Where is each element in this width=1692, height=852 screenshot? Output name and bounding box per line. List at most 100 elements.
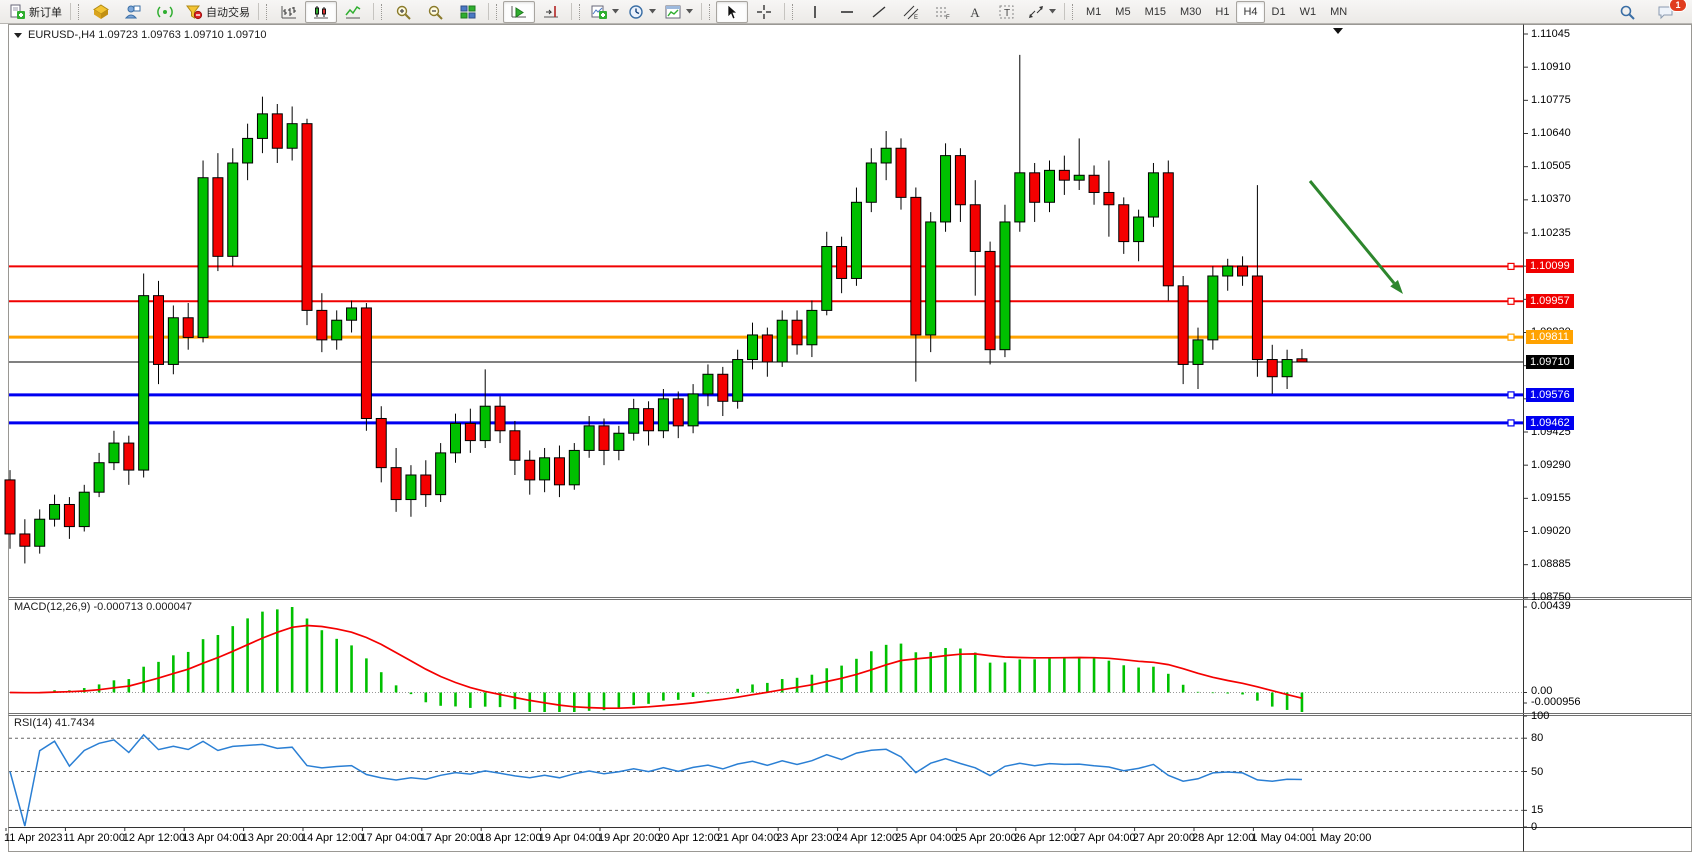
toolbar-separator <box>70 3 71 20</box>
fibonacci-tool-button[interactable]: F <box>927 1 959 23</box>
signals-button[interactable] <box>149 1 181 23</box>
line-handle-1.09462[interactable] <box>1508 420 1514 426</box>
zoom-in-icon <box>395 4 413 20</box>
line-handle-1.09957[interactable] <box>1508 298 1514 304</box>
candle-body <box>822 247 832 311</box>
crosshair-tool-button[interactable] <box>748 1 780 23</box>
bar-chart-button[interactable] <box>273 1 305 23</box>
candle-body <box>257 114 267 139</box>
textA-icon: A <box>966 4 984 20</box>
chart-shift-button[interactable] <box>535 1 567 23</box>
autoscroll-icon <box>510 4 528 20</box>
candlestick-chart-button[interactable] <box>305 1 337 23</box>
candle-body <box>1059 170 1069 180</box>
text-label-tool-button[interactable]: T <box>991 1 1023 23</box>
toolbar-grip <box>792 4 796 20</box>
candle-body <box>644 409 654 431</box>
notifications-button[interactable]: 1 <box>1650 1 1682 23</box>
candle-body <box>243 138 253 163</box>
horizontal-line-tool-button[interactable] <box>831 1 863 23</box>
market-watch-button[interactable] <box>85 1 117 23</box>
candle-body <box>1134 217 1144 242</box>
tile-windows-button[interactable] <box>452 1 484 23</box>
search-button[interactable] <box>1612 1 1644 23</box>
indicators-button[interactable] <box>586 1 623 23</box>
timeframe-button-h4[interactable]: H4 <box>1236 1 1264 23</box>
signal-icon <box>156 4 174 20</box>
line-chart-button[interactable] <box>337 1 369 23</box>
templates-button[interactable] <box>660 1 697 23</box>
candle-body <box>495 406 505 431</box>
equidistant-channel-tool-button[interactable]: E <box>895 1 927 23</box>
auto-trading-button[interactable]: 自动交易 <box>181 1 254 23</box>
chevron-down-icon <box>648 9 656 14</box>
ind-plus-icon <box>590 4 608 20</box>
line-handle-1.09811[interactable] <box>1508 334 1514 340</box>
timeframe-button-m1[interactable]: M1 <box>1079 1 1108 23</box>
candle-body <box>20 534 30 546</box>
periods-button[interactable] <box>623 1 660 23</box>
candle-body <box>614 433 624 450</box>
candle-body <box>985 251 995 349</box>
candle-body <box>436 453 446 495</box>
chevron-down-icon <box>1048 9 1056 14</box>
candle-body <box>287 124 297 149</box>
line-handle-1.09576[interactable] <box>1508 392 1514 398</box>
timeframe-button-m30[interactable]: M30 <box>1173 1 1208 23</box>
candle-body <box>629 409 639 434</box>
text-tool-button[interactable]: A <box>959 1 991 23</box>
new-order-button-label: 新订单 <box>29 4 62 20</box>
candle-body <box>1045 170 1055 202</box>
candle-body <box>64 504 74 526</box>
candle-body <box>406 475 416 500</box>
profiles-button[interactable] <box>117 1 149 23</box>
arrows-tool-button[interactable] <box>1023 1 1060 23</box>
timeframe-button-m15[interactable]: M15 <box>1138 1 1173 23</box>
chart-window[interactable] <box>9 25 1692 852</box>
candle-body <box>792 320 802 345</box>
svg-text:E: E <box>914 15 918 20</box>
candle-body <box>317 310 327 339</box>
candle-body <box>1000 222 1010 350</box>
trendline-tool-button[interactable] <box>863 1 895 23</box>
timeframe-button-mn[interactable]: MN <box>1323 1 1354 23</box>
candle-body <box>154 296 164 365</box>
candle-body <box>718 374 728 401</box>
candle-body <box>762 335 772 362</box>
candle-body <box>540 458 550 480</box>
candle-body <box>109 443 119 463</box>
chart-canvas[interactable] <box>0 0 1692 852</box>
candle-body <box>911 197 921 335</box>
cursor-tool-button[interactable] <box>716 1 748 23</box>
timeframe-button-m5[interactable]: M5 <box>1108 1 1137 23</box>
candle-body <box>1148 173 1158 217</box>
toolbar-grip <box>381 4 385 20</box>
line-handle-1.10099[interactable] <box>1508 263 1514 269</box>
candle-body <box>1104 192 1114 204</box>
tline-icon <box>870 4 888 20</box>
timeframe-button-h1[interactable]: H1 <box>1208 1 1236 23</box>
candle-body <box>391 468 401 500</box>
candle-body <box>777 320 787 362</box>
candle-body <box>198 178 208 338</box>
auto-trading-button-label: 自动交易 <box>206 4 250 20</box>
toolbar-grip <box>78 4 82 20</box>
svg-text:T: T <box>1004 8 1010 19</box>
candle-body <box>1178 286 1188 365</box>
zoom-in-button[interactable] <box>388 1 420 23</box>
candle-body <box>421 475 431 495</box>
candle-body <box>376 418 386 467</box>
vline-icon <box>806 4 824 20</box>
hline-icon <box>838 4 856 20</box>
zoom-out-button[interactable] <box>420 1 452 23</box>
zoom-out-icon <box>427 4 445 20</box>
timeframe-button-d1[interactable]: D1 <box>1265 1 1293 23</box>
candle-body <box>347 308 357 320</box>
timeframe-button-w1[interactable]: W1 <box>1293 1 1324 23</box>
candle-body <box>955 156 965 205</box>
vertical-line-tool-button[interactable] <box>799 1 831 23</box>
candle-body <box>851 202 861 278</box>
auto-scroll-button[interactable] <box>503 1 535 23</box>
candle-body <box>733 360 743 402</box>
new-order-button[interactable]: 新订单 <box>4 1 66 23</box>
